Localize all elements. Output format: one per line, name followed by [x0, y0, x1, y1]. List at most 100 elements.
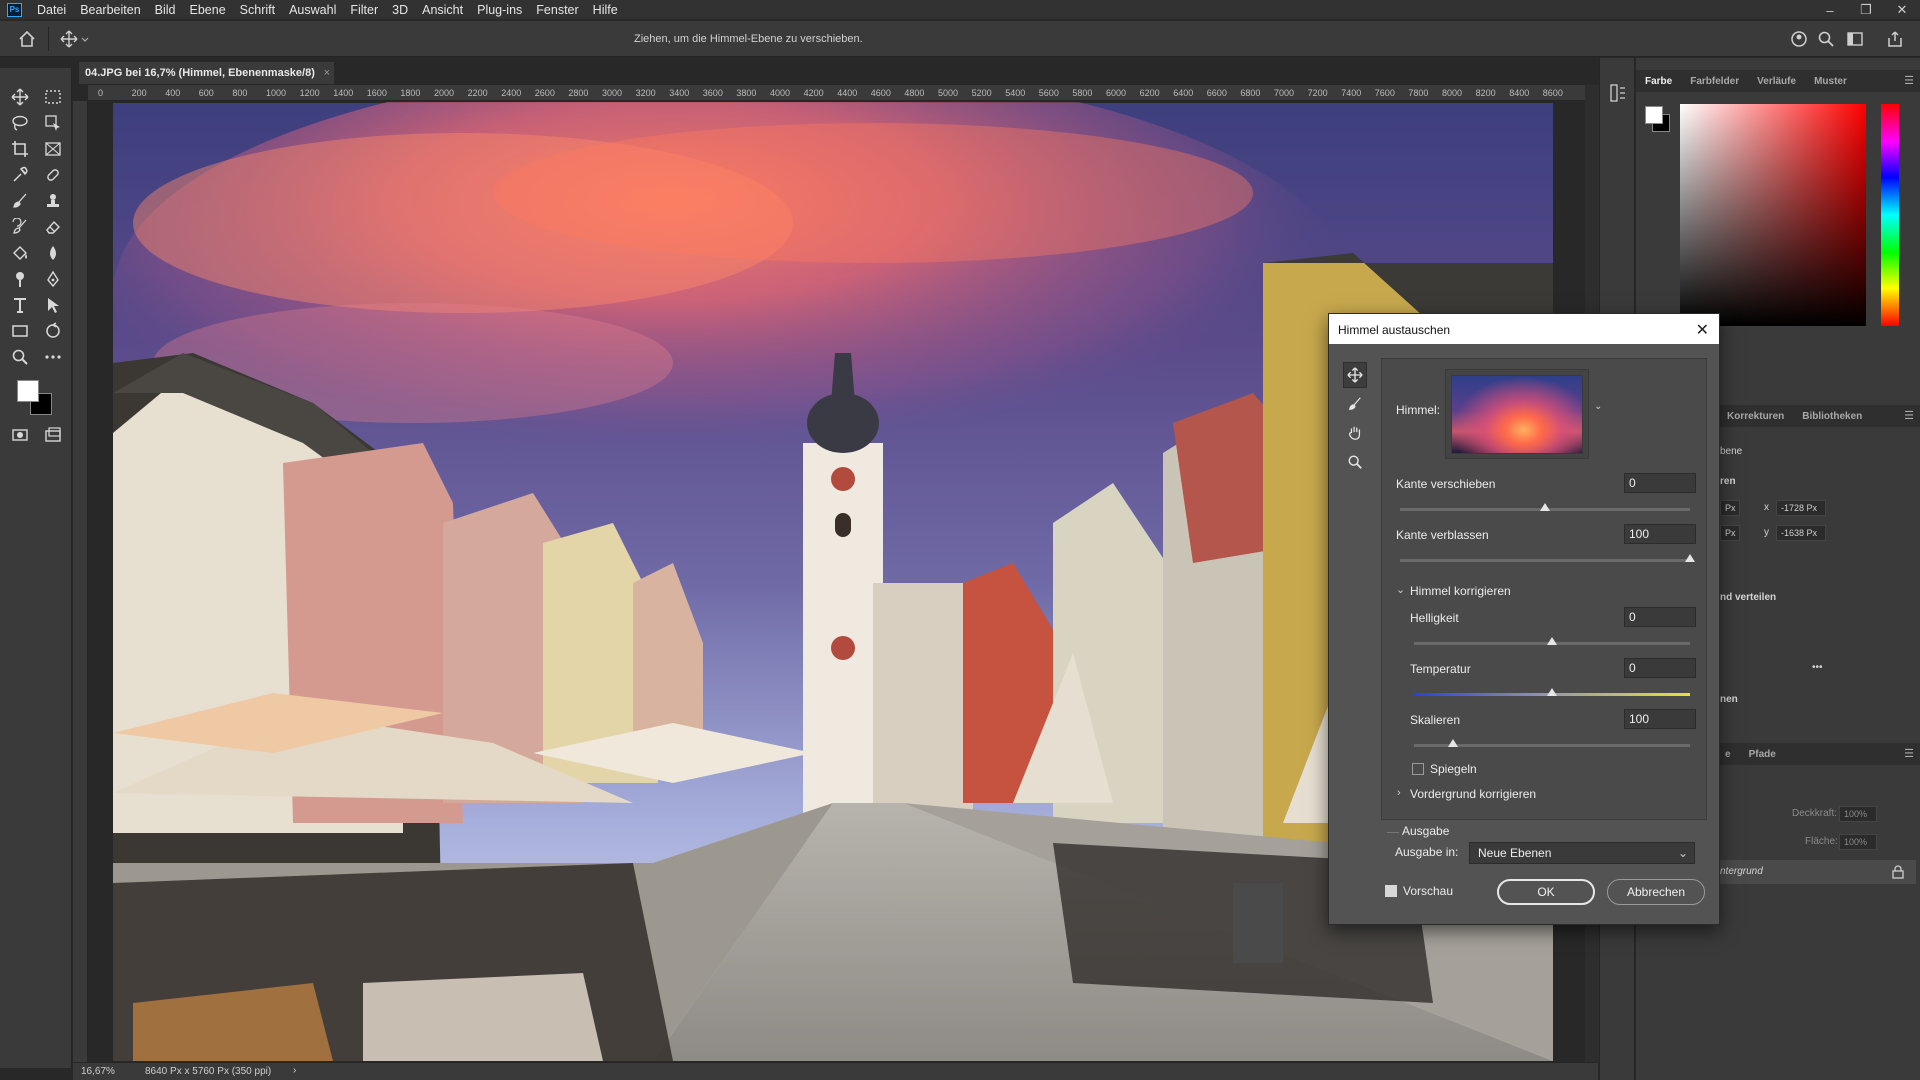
panel-menu-icon[interactable]: ☰ [1904, 74, 1914, 87]
type-tool-icon[interactable] [7, 294, 33, 316]
x-position-field[interactable]: -1728 Px [1776, 500, 1826, 516]
dodge-tool-icon[interactable] [7, 268, 33, 290]
frame-tool-icon[interactable] [40, 138, 66, 160]
close-tab-icon[interactable]: × [324, 67, 330, 79]
menu-fenster[interactable]: Fenster [529, 0, 585, 20]
more-options-icon[interactable]: ••• [1812, 662, 1823, 673]
menu-datei[interactable]: Datei [30, 0, 73, 20]
screen-mode-icon[interactable] [40, 424, 66, 446]
tab-farbfelder[interactable]: Farbfelder [1681, 76, 1748, 87]
menu-plugins[interactable]: Plug-ins [470, 0, 529, 20]
more-tools-icon[interactable] [40, 346, 66, 368]
document-tab[interactable]: 04.JPG bei 16,7% (Himmel, Ebenenmaske/8)… [79, 62, 334, 84]
history-brush-icon[interactable] [7, 216, 33, 238]
brush-tool-icon[interactable] [7, 190, 33, 212]
ok-button[interactable]: OK [1497, 879, 1595, 905]
foreground-color-swatch[interactable] [17, 380, 39, 402]
menu-ansicht[interactable]: Ansicht [415, 0, 470, 20]
tab-muster[interactable]: Muster [1805, 76, 1856, 87]
tab-verlaeufe[interactable]: Verläufe [1748, 76, 1805, 87]
search-icon[interactable] [1817, 30, 1835, 48]
workspace-icon[interactable] [1846, 30, 1864, 48]
lasso-tool-icon[interactable] [7, 112, 33, 134]
crop-tool-icon[interactable] [7, 138, 33, 160]
color-picker-field[interactable] [1680, 104, 1866, 326]
width-unit[interactable]: Px [1720, 500, 1740, 516]
edge-fade-field[interactable]: 100 [1624, 524, 1696, 544]
menu-ebene[interactable]: Ebene [183, 0, 233, 20]
hue-slider[interactable] [1881, 104, 1899, 326]
edge-shift-field[interactable]: 0 [1624, 473, 1696, 493]
fill-field[interactable]: 100% [1839, 834, 1877, 850]
move-tool-icon[interactable] [7, 86, 33, 108]
restore-icon[interactable]: ❐ [1848, 0, 1884, 20]
brightness-thumb[interactable] [1547, 637, 1557, 645]
close-window-icon[interactable]: ✕ [1884, 0, 1920, 20]
menu-bearbeiten[interactable]: Bearbeiten [73, 0, 147, 20]
edge-fade-track[interactable] [1400, 559, 1690, 562]
opacity-field[interactable]: 100% [1839, 806, 1877, 822]
tab-pfade[interactable]: Pfade [1740, 749, 1785, 760]
export-share-icon[interactable] [1886, 30, 1904, 48]
zoom-tool-icon[interactable] [7, 346, 33, 368]
move-tool-preset-icon[interactable] [60, 30, 92, 48]
menu-bild[interactable]: Bild [148, 0, 183, 20]
edge-shift-thumb[interactable] [1540, 503, 1550, 511]
minimize-icon[interactable]: – [1812, 0, 1848, 20]
dialog-close-icon[interactable]: ✕ [1696, 320, 1709, 340]
home-icon[interactable] [18, 30, 36, 48]
history-panel-icon[interactable] [1610, 84, 1626, 102]
dialog-titlebar[interactable]: Himmel austauschen ✕ [1329, 314, 1719, 344]
blur-drop-icon[interactable] [40, 242, 66, 264]
clone-stamp-icon[interactable] [40, 190, 66, 212]
pen-tool-icon[interactable] [40, 268, 66, 290]
eyedropper-icon[interactable] [7, 164, 33, 186]
chevron-down-icon[interactable]: ⌄ [1396, 583, 1405, 596]
marquee-tool-icon[interactable] [40, 86, 66, 108]
menu-auswahl[interactable]: Auswahl [282, 0, 343, 20]
scale-field[interactable]: 100 [1624, 709, 1696, 729]
temperature-field[interactable]: 0 [1624, 658, 1696, 678]
share-user-icon[interactable] [1790, 30, 1808, 48]
tab-bibliotheken[interactable]: Bibliotheken [1793, 411, 1871, 422]
tab-korrekturen[interactable]: Korrekturen [1718, 411, 1793, 422]
edge-fade-thumb[interactable] [1685, 554, 1695, 562]
flip-checkbox[interactable] [1412, 763, 1424, 775]
paint-bucket-icon[interactable] [7, 242, 33, 264]
rotate-view-icon[interactable] [40, 320, 66, 342]
temperature-thumb[interactable] [1547, 688, 1557, 696]
menu-3d[interactable]: 3D [385, 0, 415, 20]
sky-adjust-label[interactable]: Himmel korrigieren [1410, 584, 1511, 598]
output-in-select[interactable]: Neue Ebenen ⌄ [1469, 842, 1695, 864]
hand-tool-icon[interactable] [1343, 420, 1367, 446]
eraser-icon[interactable] [40, 216, 66, 238]
sky-brush-tool-icon[interactable] [1343, 391, 1367, 417]
preview-checkbox[interactable] [1385, 885, 1397, 897]
y-position-field[interactable]: -1638 Px [1776, 525, 1826, 541]
layer-row[interactable]: ntergrund [1716, 860, 1916, 884]
panel-menu-icon[interactable]: ☰ [1904, 747, 1914, 760]
menu-hilfe[interactable]: Hilfe [586, 0, 625, 20]
rectangle-tool-icon[interactable] [7, 320, 33, 342]
path-selection-icon[interactable] [40, 294, 66, 316]
menu-schrift[interactable]: Schrift [233, 0, 282, 20]
dialog-zoom-tool-icon[interactable] [1343, 449, 1367, 475]
tab-farbe[interactable]: Farbe [1636, 76, 1681, 87]
spot-healing-icon[interactable] [40, 164, 66, 186]
sky-preset-dropdown-icon[interactable]: ⌄ [1594, 401, 1602, 412]
status-more-arrow[interactable]: › [293, 1065, 296, 1076]
height-unit[interactable]: Px [1720, 525, 1740, 541]
brightness-field[interactable]: 0 [1624, 607, 1696, 627]
object-selection-icon[interactable] [40, 112, 66, 134]
panel-foreground-swatch[interactable] [1645, 106, 1663, 124]
panel-menu-icon[interactable]: ☰ [1904, 409, 1914, 422]
chevron-right-icon[interactable]: › [1397, 787, 1401, 799]
foreground-adjust-label[interactable]: Vordergrund korrigieren [1410, 787, 1536, 801]
sky-preset-thumbnail[interactable] [1451, 375, 1583, 454]
scale-thumb[interactable] [1447, 739, 1458, 747]
cancel-button[interactable]: Abbrechen [1607, 879, 1705, 905]
menu-filter[interactable]: Filter [343, 0, 385, 20]
status-zoom[interactable]: 16,67% [81, 1066, 115, 1077]
quick-mask-icon[interactable] [7, 424, 33, 446]
sky-move-tool-icon[interactable] [1343, 362, 1367, 388]
